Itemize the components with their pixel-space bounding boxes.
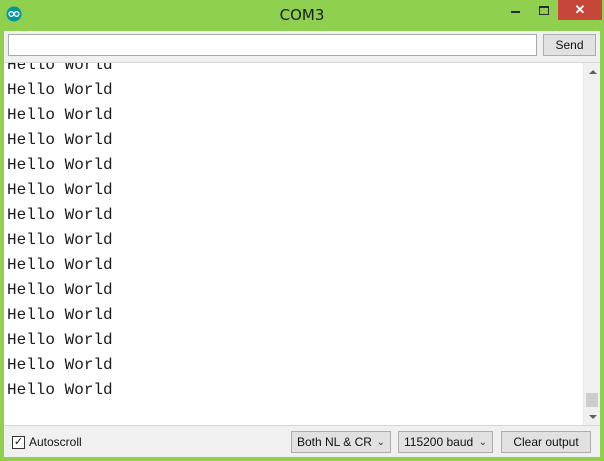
output-line: Hello World	[7, 306, 113, 324]
output-line: Hello World	[7, 231, 113, 249]
output-line: Hello World	[7, 62, 113, 74]
output-line: Hello World	[7, 356, 113, 374]
line-ending-value: Both NL & CR	[297, 435, 372, 449]
scroll-down-button[interactable]	[584, 408, 600, 425]
chevron-down-icon: ⌄	[376, 437, 385, 448]
output-line: Hello World	[7, 206, 113, 224]
output-line: Hello World	[7, 181, 113, 199]
serial-monitor-panel: Send Hello World Hello World Hello World He…	[4, 31, 600, 457]
scroll-up-button[interactable]	[584, 63, 600, 80]
output-line: Hello World	[7, 256, 113, 274]
vertical-scrollbar[interactable]	[583, 63, 600, 425]
arrow-up-icon	[588, 69, 597, 74]
output-line: Hello World	[7, 81, 113, 99]
output-line: Hello World	[7, 381, 113, 399]
send-input[interactable]	[8, 34, 537, 56]
output-line: Hello World	[7, 106, 113, 124]
output-lines: Hello World Hello World Hello World Hello W…	[7, 62, 113, 403]
checkmark-icon: ✓	[13, 435, 24, 448]
send-button[interactable]: Send	[543, 34, 596, 56]
close-button[interactable]: ✕	[558, 0, 602, 20]
autoscroll-checkbox[interactable]: ✓ Autoscroll	[12, 435, 82, 449]
close-icon: ✕	[574, 2, 586, 17]
scrollbar-thumb[interactable]	[586, 393, 598, 407]
title-bar[interactable]: COM3 ✕	[0, 0, 604, 31]
bottom-bar: ✓ Autoscroll Both NL & CR ⌄ 115200 baud …	[4, 427, 600, 457]
line-ending-select[interactable]: Both NL & CR ⌄	[291, 431, 391, 453]
output-line: Hello World	[7, 156, 113, 174]
clear-output-button[interactable]: Clear output	[501, 431, 591, 453]
minimize-icon	[510, 11, 520, 13]
output-line: Hello World	[7, 331, 113, 349]
maximize-icon	[539, 5, 549, 15]
autoscroll-label: Autoscroll	[29, 435, 82, 449]
minimize-button[interactable]	[500, 0, 530, 20]
checkbox-box[interactable]: ✓	[12, 435, 25, 449]
serial-output[interactable]: Hello World Hello World Hello World Hello W…	[4, 62, 600, 426]
output-line: Hello World	[7, 281, 113, 299]
baud-rate-value: 115200 baud	[404, 435, 474, 449]
arrow-down-icon	[588, 414, 597, 419]
baud-rate-select[interactable]: 115200 baud ⌄	[398, 431, 493, 453]
maximize-button[interactable]	[530, 0, 558, 20]
output-line: Hello World	[7, 131, 113, 149]
chevron-down-icon: ⌄	[478, 437, 487, 448]
